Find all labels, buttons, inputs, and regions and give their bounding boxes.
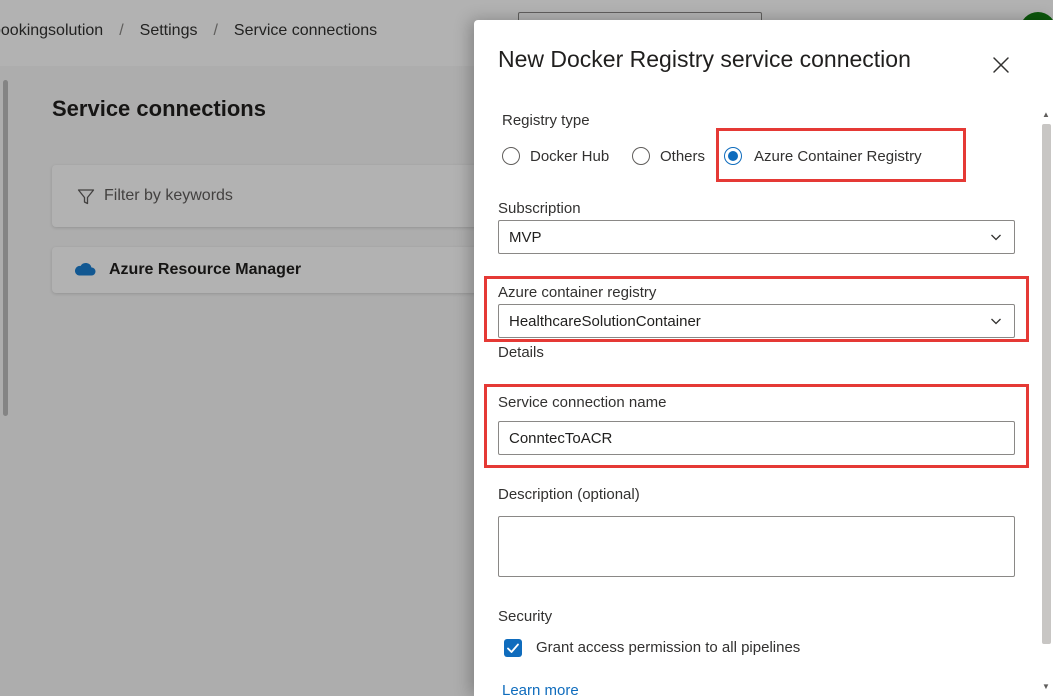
scroll-up-arrow[interactable]: ▲: [1042, 110, 1050, 119]
close-button[interactable]: [986, 50, 1016, 80]
subscription-label: Subscription: [498, 200, 581, 217]
panel-title: New Docker Registry service connection: [498, 46, 911, 72]
acr-value: HealthcareSolutionContainer: [509, 313, 701, 330]
security-label: Security: [498, 608, 553, 625]
new-service-connection-panel: New Docker Registry service connection ▲…: [474, 20, 1053, 696]
subscription-dropdown[interactable]: MVP: [498, 220, 1015, 254]
description-input[interactable]: [498, 516, 1015, 577]
scroll-thumb[interactable]: [1042, 124, 1051, 644]
radio-others-label[interactable]: Others: [660, 148, 705, 165]
service-connection-name-label: Service connection name: [498, 394, 667, 411]
acr-label: Azure container registry: [498, 284, 657, 301]
radio-others[interactable]: [632, 147, 650, 165]
panel-scrollbar[interactable]: ▲ ▼: [1040, 102, 1053, 696]
radio-azure-container-registry[interactable]: [724, 147, 742, 165]
chevron-down-icon: [991, 234, 1001, 241]
acr-dropdown[interactable]: HealthcareSolutionContainer: [498, 304, 1015, 338]
learn-more-link[interactable]: Learn more: [502, 682, 579, 696]
registry-type-label: Registry type: [502, 112, 590, 129]
radio-azure-container-registry-label[interactable]: Azure Container Registry: [754, 148, 922, 165]
grant-access-checkbox[interactable]: [504, 639, 522, 657]
service-connection-name-value: ConntecToACR: [509, 430, 613, 447]
description-label: Description (optional): [498, 486, 640, 503]
chevron-down-icon: [991, 318, 1001, 325]
subscription-value: MVP: [509, 229, 542, 246]
radio-docker-hub-label[interactable]: Docker Hub: [530, 148, 609, 165]
grant-access-label[interactable]: Grant access permission to all pipelines: [536, 639, 800, 656]
details-label: Details: [498, 344, 544, 361]
check-icon: [507, 643, 519, 653]
scroll-down-arrow[interactable]: ▼: [1042, 682, 1050, 691]
radio-docker-hub[interactable]: [502, 147, 520, 165]
service-connection-name-input[interactable]: ConntecToACR: [498, 421, 1015, 455]
close-icon: [993, 57, 1009, 73]
